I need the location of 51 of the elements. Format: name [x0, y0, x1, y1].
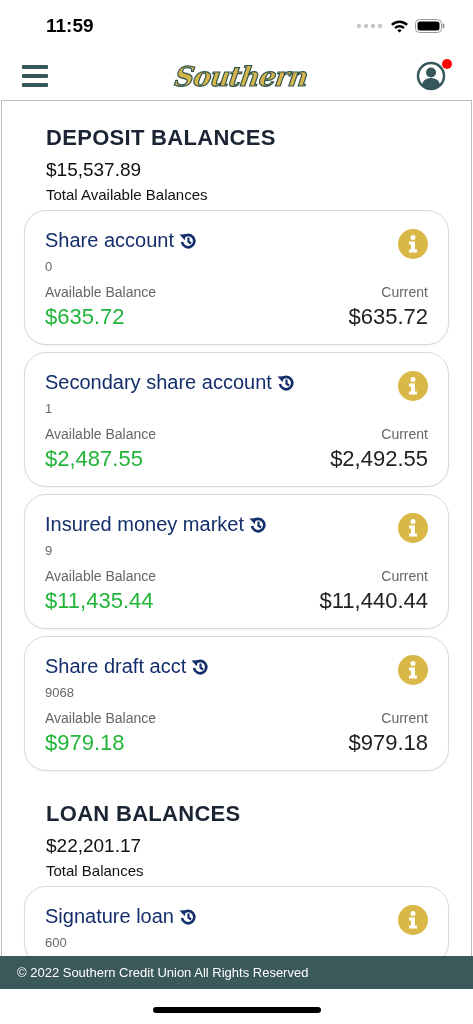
history-icon: [276, 373, 295, 392]
account-number: 1: [45, 401, 54, 416]
account-number: 9068: [45, 685, 75, 700]
history-icon: [249, 515, 267, 534]
account-name[interactable]: Secondary share account: [45, 371, 272, 394]
history-icon: [179, 231, 197, 250]
balance-label: Current: [381, 284, 428, 300]
account-name[interactable]: Insured money market: [45, 513, 244, 536]
balance-label: Current: [381, 710, 428, 726]
account-number: 600: [45, 935, 68, 950]
copyright-text: © 2022 Southern Credit Union All Rights Reserved: [17, 965, 309, 980]
battery-icon: [415, 19, 445, 33]
history-icon: [191, 657, 210, 676]
balance-label: Current: [381, 426, 428, 442]
account-number: 9: [45, 543, 54, 558]
available-amount: $11,435.44: [45, 588, 155, 614]
account-number: 0: [45, 259, 54, 274]
available-amount: $2,487.55: [45, 446, 144, 472]
current-amount: $635.72: [348, 304, 428, 330]
info-icon[interactable]: [398, 229, 428, 259]
account-name[interactable]: Signature loan: [45, 905, 174, 928]
balance-label: Available Balance: [45, 710, 157, 726]
balance-label: Available Balance: [45, 568, 157, 584]
current-amount: $2,492.55: [330, 446, 428, 472]
info-icon[interactable]: [398, 371, 428, 401]
total-label: Total Balances: [45, 862, 145, 879]
menu-button[interactable]: [22, 65, 48, 87]
balance-label: Current: [381, 568, 428, 584]
info-icon[interactable]: [398, 655, 428, 685]
account-name[interactable]: Share account: [45, 229, 174, 252]
brand-logo: Southern: [171, 60, 311, 92]
info-icon[interactable]: [398, 905, 428, 935]
section-heading: DEPOSIT BALANCES: [45, 125, 277, 151]
home-indicator[interactable]: [152, 1007, 321, 1013]
signal-icon: [356, 23, 384, 29]
total-amount: $22,201.17: [45, 835, 143, 857]
total-label: Total Available Balances: [45, 186, 209, 203]
available-amount: $635.72: [45, 304, 126, 330]
section-heading: LOAN BALANCES: [45, 801, 242, 827]
history-icon: [179, 907, 197, 926]
profile-button[interactable]: [416, 59, 450, 93]
account-name[interactable]: Share draft acct: [45, 655, 187, 678]
current-amount: $979.18: [348, 730, 428, 756]
clock-time: 11:59: [46, 15, 94, 37]
info-icon[interactable]: [398, 513, 428, 543]
balance-label: Available Balance: [45, 284, 157, 300]
balance-label: Available Balance: [45, 426, 157, 442]
total-amount: $15,537.89: [45, 159, 143, 181]
wifi-icon: [390, 19, 409, 33]
available-amount: $979.18: [45, 730, 126, 756]
current-amount: $11,440.44: [319, 588, 428, 614]
